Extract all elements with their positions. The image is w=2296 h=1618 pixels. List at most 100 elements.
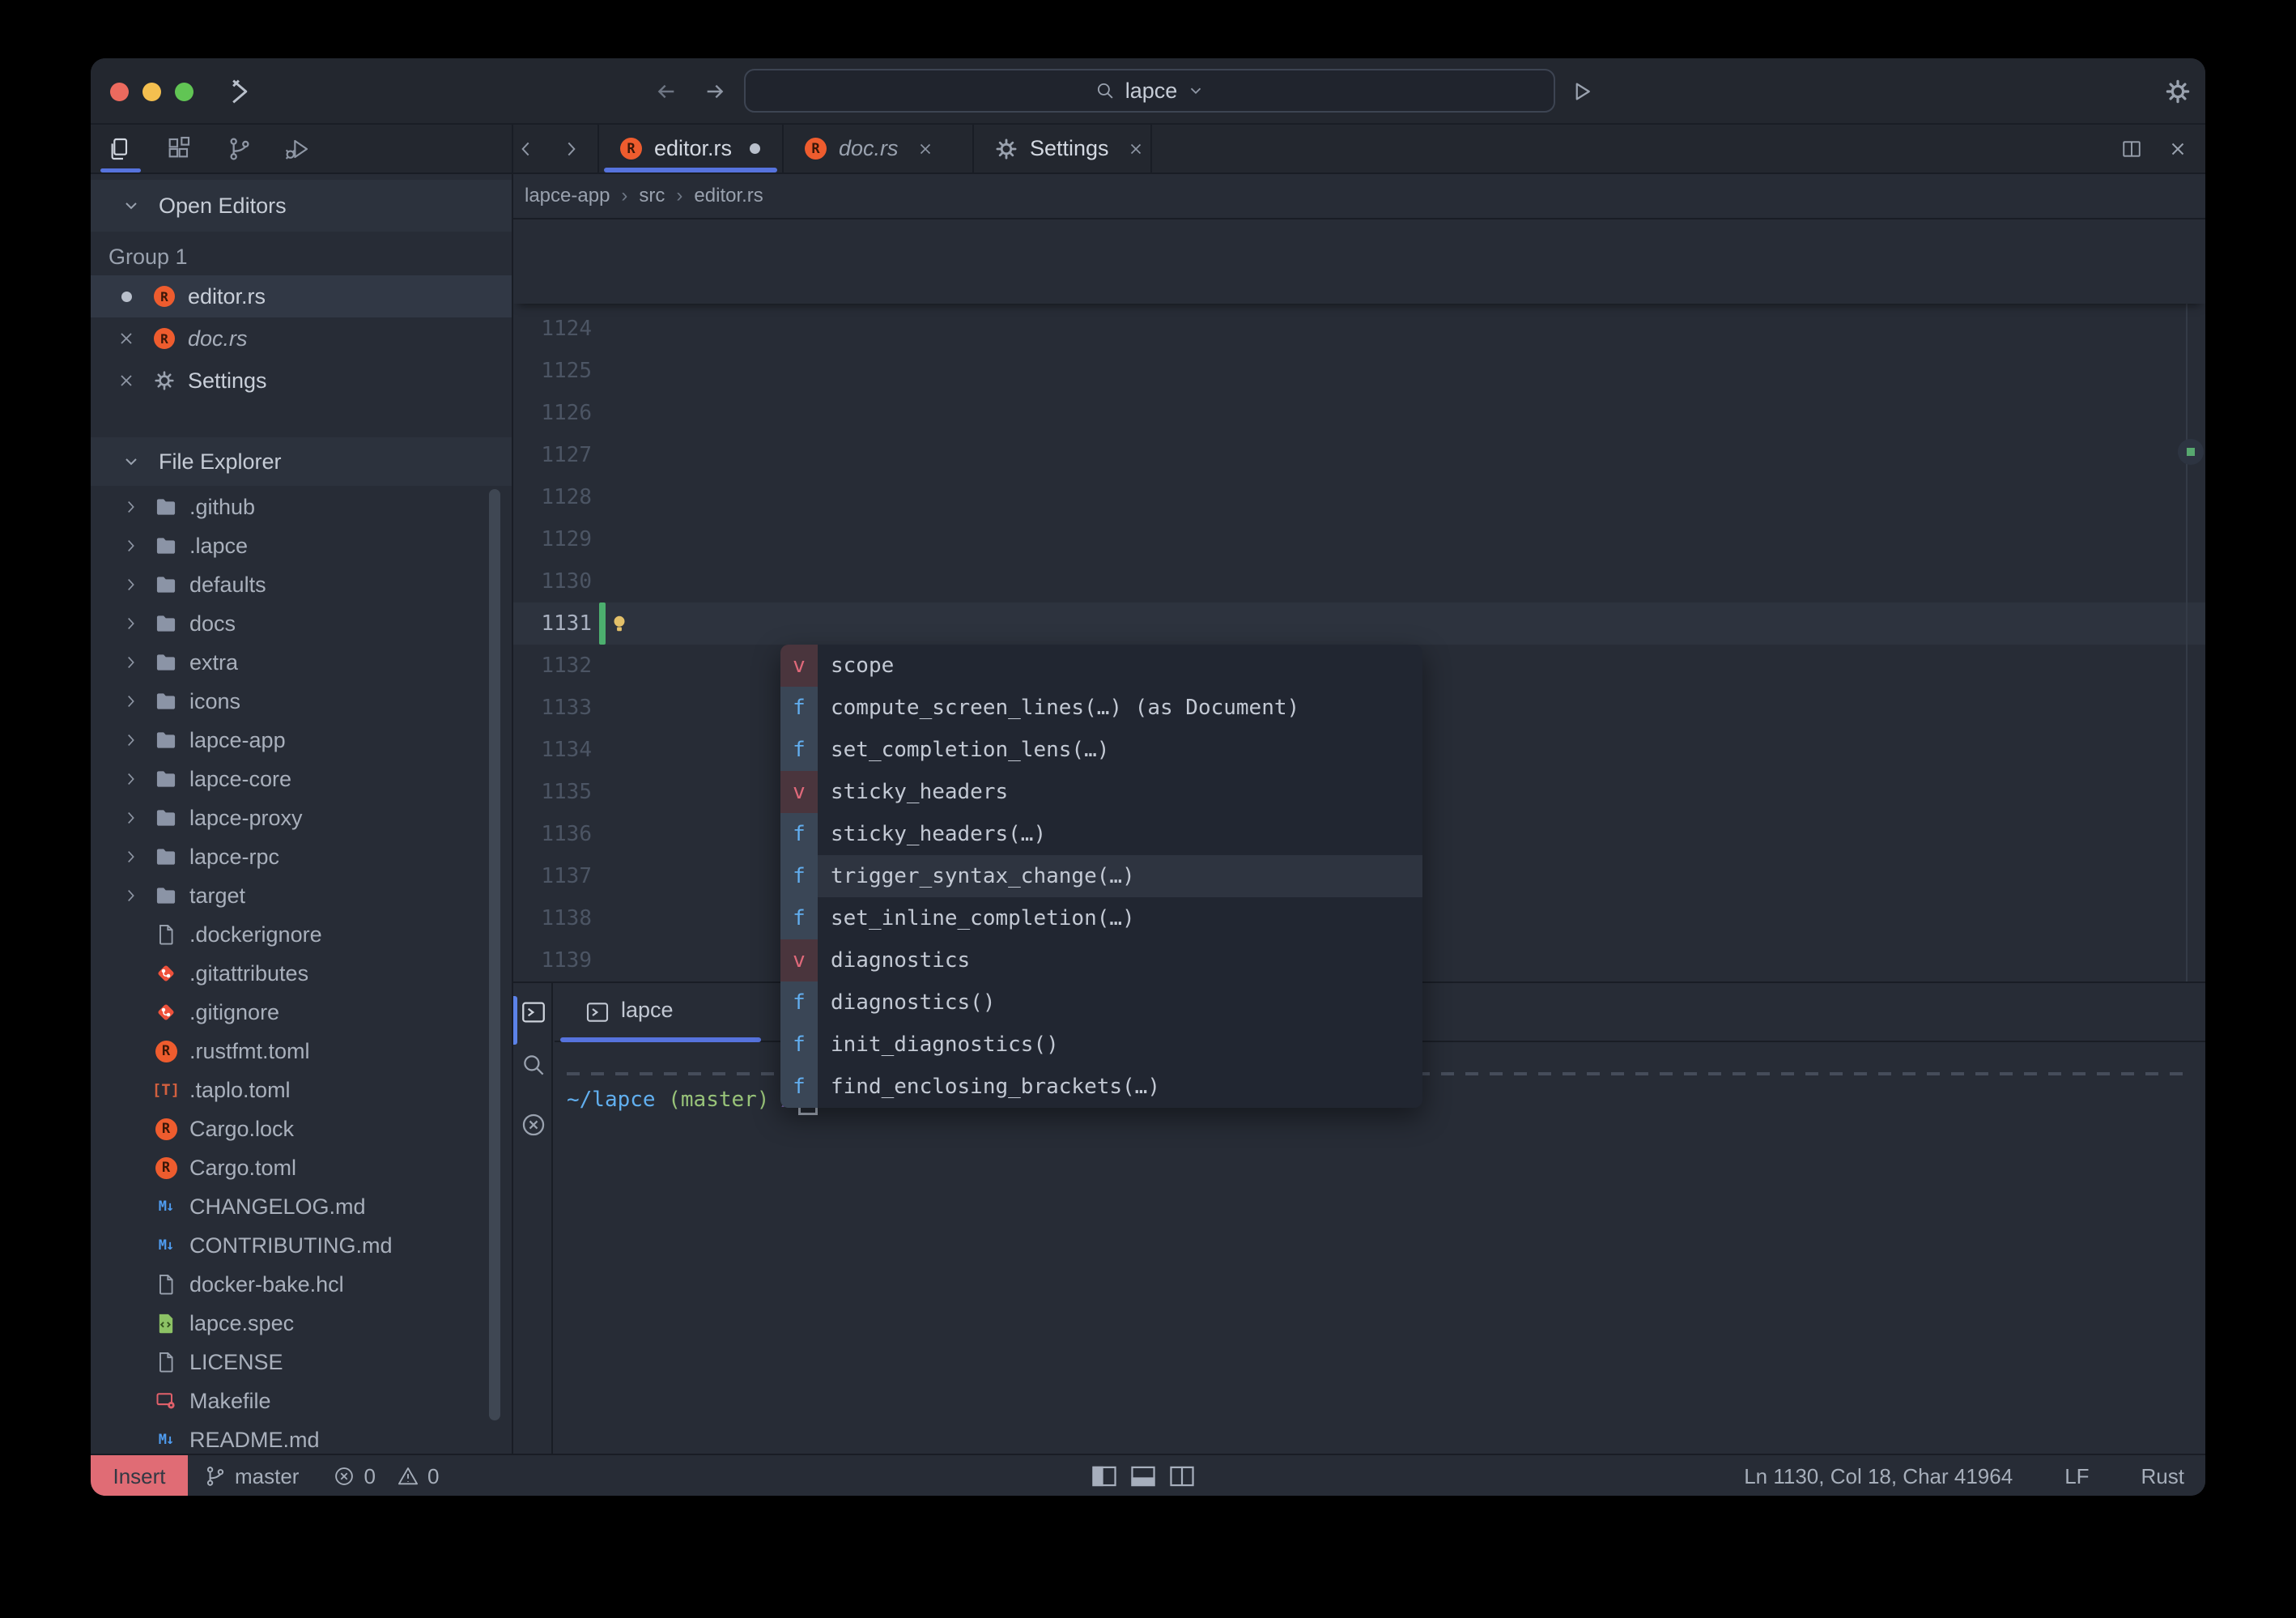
chevron-right-icon[interactable] [121, 770, 139, 788]
search-panel-icon[interactable] [520, 1051, 547, 1079]
code-line[interactable] [513, 219, 2205, 262]
code-line-1131[interactable]: 1131 [513, 602, 2205, 645]
breadcrumb-item[interactable]: lapce-app [525, 185, 610, 207]
explorer-item-cargo-lock[interactable]: RCargo.lock [91, 1109, 512, 1148]
completion-item-3[interactable]: vsticky_headers [780, 771, 1422, 813]
tabs-prev-icon[interactable] [516, 138, 537, 160]
explorer-item--rustfmt-toml[interactable]: R.rustfmt.toml [91, 1032, 512, 1071]
explorer-item-lapce-spec[interactable]: lapce.spec [91, 1304, 512, 1343]
editor-scrollbar[interactable] [2186, 219, 2188, 981]
sidebar-files-icon[interactable] [107, 136, 133, 162]
completion-item-10[interactable]: ffind_enclosing_brackets(…) [780, 1066, 1422, 1108]
code-line-1130[interactable]: 1130 [513, 560, 2205, 602]
chevron-right-icon[interactable] [121, 731, 139, 749]
close-window-button[interactable] [110, 83, 129, 101]
explorer-item--github[interactable]: .github [91, 488, 512, 526]
mode-badge[interactable]: Insert [91, 1455, 188, 1496]
breadcrumb-item[interactable]: editor.rs [694, 185, 763, 207]
modified-dot-icon[interactable] [750, 143, 760, 154]
explorer-item-docs[interactable]: docs [91, 604, 512, 643]
code-line-1129[interactable]: 1129 [513, 518, 2205, 560]
explorer-item-defaults[interactable]: defaults [91, 565, 512, 604]
toggle-bottom-panel-icon[interactable] [1130, 1465, 1156, 1488]
nav-forward-button[interactable] [702, 79, 728, 104]
open-editor-item-settings[interactable]: Settings [91, 360, 512, 402]
code-line-1126[interactable]: 1126 [513, 392, 2205, 434]
tabs-next-icon[interactable] [560, 138, 581, 160]
close-icon[interactable] [117, 329, 136, 348]
code-line-1128[interactable]: 1128 [513, 476, 2205, 518]
code-line-1127[interactable]: 1127 [513, 434, 2205, 476]
toggle-left-panel-icon[interactable] [1091, 1465, 1117, 1488]
completion-item-2[interactable]: fset_completion_lens(…) [780, 729, 1422, 771]
nav-back-button[interactable] [653, 79, 679, 104]
explorer-item-lapce-core[interactable]: lapce-core [91, 760, 512, 798]
close-icon[interactable] [117, 371, 136, 390]
terminal-icon[interactable] [520, 998, 547, 1026]
chevron-right-icon[interactable] [121, 654, 139, 671]
file-explorer-header[interactable]: File Explorer [91, 437, 512, 486]
completion-item-9[interactable]: finit_diagnostics() [780, 1024, 1422, 1066]
command-palette-input[interactable]: lapce [744, 69, 1555, 113]
warning-count[interactable]: 0 [427, 1464, 439, 1489]
modified-dot-icon[interactable] [117, 287, 136, 306]
open-editor-item-doc-rs[interactable]: R doc.rs [91, 317, 512, 360]
language-mode[interactable]: Rust [2141, 1464, 2184, 1489]
open-editor-item-editor-rs[interactable]: R editor.rs [91, 275, 512, 317]
code-action-lightbulb-icon[interactable] [609, 613, 630, 634]
explorer-item-license[interactable]: LICENSE [91, 1343, 512, 1382]
code-line-1124[interactable]: 1124 [513, 308, 2205, 350]
explorer-item-target[interactable]: target [91, 876, 512, 915]
explorer-item--gitattributes[interactable]: .gitattributes [91, 954, 512, 993]
close-icon[interactable] [916, 140, 934, 158]
split-editor-icon[interactable] [2121, 138, 2142, 160]
explorer-item--dockerignore[interactable]: .dockerignore [91, 915, 512, 954]
explorer-item-lapce-proxy[interactable]: lapce-proxy [91, 798, 512, 837]
chevron-right-icon[interactable] [121, 848, 139, 866]
completion-item-6[interactable]: fset_inline_completion(…) [780, 897, 1422, 939]
explorer-item--gitignore[interactable]: .gitignore [91, 993, 512, 1032]
sidebar-extensions-icon[interactable] [166, 136, 192, 162]
completion-item-8[interactable]: fdiagnostics() [780, 981, 1422, 1024]
toggle-right-panel-icon[interactable] [1169, 1465, 1195, 1488]
breadcrumb-item[interactable]: src [639, 185, 665, 207]
explorer-item--taplo-toml[interactable]: [T].taplo.toml [91, 1071, 512, 1109]
explorer-item-extra[interactable]: extra [91, 643, 512, 682]
chevron-right-icon[interactable] [121, 809, 139, 827]
close-icon[interactable] [1127, 140, 1145, 158]
completion-item-1[interactable]: fcompute_screen_lines(…) (as Document) [780, 687, 1422, 729]
tab-doc-rs[interactable]: R doc.rs [782, 125, 972, 172]
tab-editor-rs[interactable]: R editor.rs [597, 125, 782, 172]
explorer-item-lapce-rpc[interactable]: lapce-rpc [91, 837, 512, 876]
tab-settings[interactable]: Settings [972, 125, 1152, 172]
chevron-right-icon[interactable] [121, 576, 139, 594]
explorer-item-changelog-md[interactable]: M↓CHANGELOG.md [91, 1187, 512, 1226]
chevron-right-icon[interactable] [121, 615, 139, 632]
minimize-window-button[interactable] [142, 83, 161, 101]
completion-item-0[interactable]: vscope [780, 645, 1422, 687]
chevron-right-icon[interactable] [121, 537, 139, 555]
terminal-tab-label[interactable]: lapce [621, 998, 674, 1023]
close-editor-icon[interactable] [2167, 138, 2188, 160]
sidebar-scrollbar[interactable] [489, 489, 500, 1420]
explorer-item-cargo-toml[interactable]: RCargo.toml [91, 1148, 512, 1187]
completion-item-7[interactable]: vdiagnostics [780, 939, 1422, 981]
error-count[interactable]: 0 [364, 1464, 375, 1489]
explorer-item-makefile[interactable]: Makefile [91, 1382, 512, 1420]
chevron-right-icon[interactable] [121, 692, 139, 710]
completion-item-selected[interactable]: ftrigger_syntax_change(…) [780, 855, 1422, 897]
code-line[interactable] [513, 262, 2205, 304]
sidebar-debug-icon[interactable] [284, 136, 310, 162]
cursor-position[interactable]: Ln 1130, Col 18, Char 41964 [1744, 1464, 2013, 1489]
explorer-item-lapce-app[interactable]: lapce-app [91, 721, 512, 760]
chevron-right-icon[interactable] [121, 498, 139, 516]
completion-item-4[interactable]: fsticky_headers(…) [780, 813, 1422, 855]
explorer-item--lapce[interactable]: .lapce [91, 526, 512, 565]
run-button[interactable] [1570, 79, 1594, 104]
chevron-right-icon[interactable] [121, 887, 139, 905]
line-ending[interactable]: LF [2064, 1464, 2089, 1489]
branch-name[interactable]: master [235, 1464, 299, 1489]
settings-gear-icon[interactable] [2165, 79, 2191, 104]
sidebar-source-control-icon[interactable] [227, 136, 253, 162]
explorer-item-readme-md[interactable]: M↓README.md [91, 1420, 512, 1454]
